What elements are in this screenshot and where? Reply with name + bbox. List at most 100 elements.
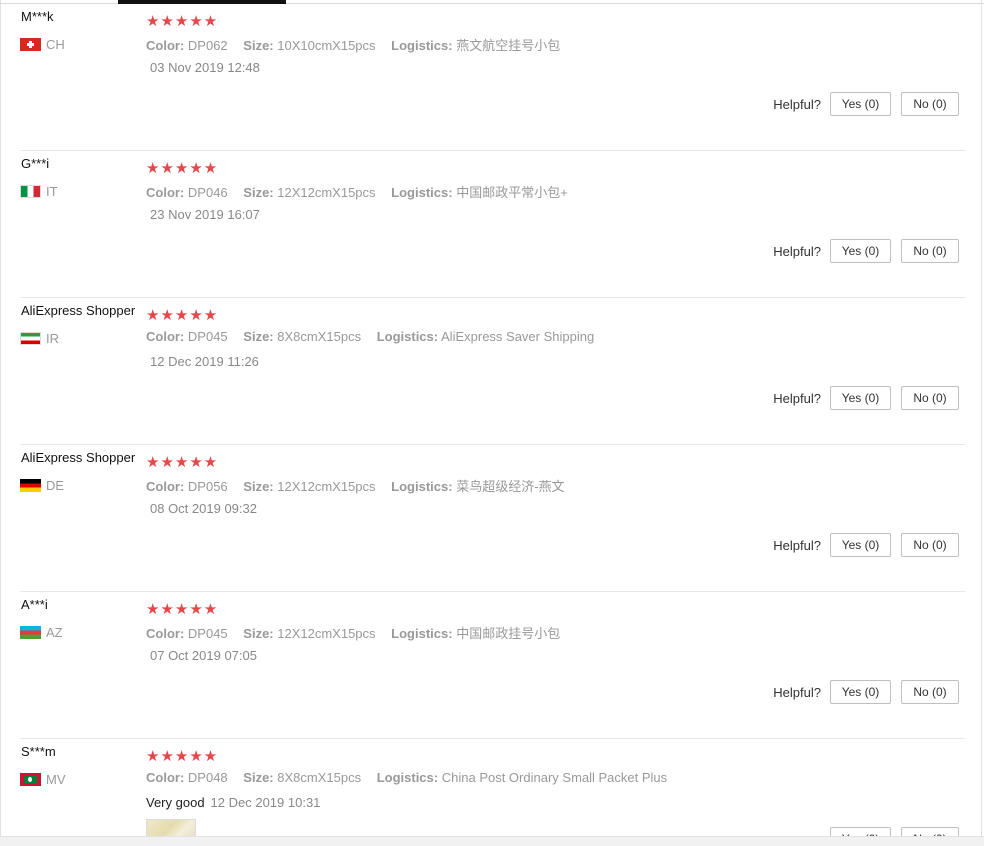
order-properties: Color: DP046 Size: 12X12cmX15pcs Logisti… <box>146 182 568 201</box>
order-properties: Color: DP048 Size: 8X8cmX15pcs Logistics… <box>146 770 667 785</box>
logistics-label: Logistics: <box>391 38 453 53</box>
color-value: DP062 <box>187 38 228 53</box>
star-rating: ★★★★★ <box>146 307 219 324</box>
review-item: A***i AZ ★★★★★ Color: DP045 Size: 12X12c… <box>20 592 965 739</box>
helpful-yes-button[interactable]: Yes (0) <box>830 239 891 263</box>
reviewer-name: M***k <box>21 9 54 24</box>
logistics-value: China Post Ordinary Small Packet Plus <box>441 770 668 785</box>
reviewer-country: MV <box>20 771 66 787</box>
star-rating: ★★★★★ <box>146 748 219 765</box>
iran-flag-icon <box>20 331 41 345</box>
review-date: 03 Nov 2019 12:48 <box>150 60 260 75</box>
size-value: 10X10cmX15pcs <box>277 38 376 53</box>
size-label: Size: <box>243 479 274 494</box>
helpful-no-button[interactable]: No (0) <box>901 239 959 263</box>
review-text: Very good <box>146 795 205 810</box>
size-label: Size: <box>243 185 274 200</box>
helpful-no-button[interactable]: No (0) <box>901 533 959 557</box>
review-date-row: 07 Oct 2019 07:05 <box>146 648 257 663</box>
helpful-voting: Helpful? Yes (0) No (0) <box>773 680 959 704</box>
reviewer-name: A***i <box>21 597 48 612</box>
logistics-label: Logistics: <box>391 626 453 641</box>
helpful-no-button[interactable]: No (0) <box>901 386 959 410</box>
review-date-row: 12 Dec 2019 11:26 <box>146 354 259 369</box>
helpful-yes-button[interactable]: Yes (0) <box>830 386 891 410</box>
size-value: 8X8cmX15pcs <box>277 329 362 344</box>
helpful-voting: Helpful? Yes (0) No (0) <box>773 239 959 263</box>
color-label: Color: <box>146 770 185 785</box>
reviewer-country: CH <box>20 37 65 52</box>
helpful-yes-button[interactable]: Yes (0) <box>830 92 891 116</box>
country-code: MV <box>46 771 66 787</box>
reviewer-country: IT <box>20 184 58 199</box>
size-label: Size: <box>243 770 274 785</box>
logistics-value: AliExpress Saver Shipping <box>441 329 595 344</box>
logistics-value: 中国邮政挂号小包 <box>456 626 561 641</box>
star-rating: ★★★★★ <box>146 13 219 30</box>
helpful-label: Helpful? <box>773 243 821 259</box>
helpful-voting: Helpful? Yes (0) No (0) <box>773 92 959 116</box>
review-date-row: Very good 12 Dec 2019 10:31 <box>146 795 320 810</box>
helpful-label: Helpful? <box>773 537 821 553</box>
review-item: M***k CH ★★★★★ Color: DP062 Size: 10X10c… <box>20 4 965 151</box>
helpful-yes-button[interactable]: Yes (0) <box>830 533 891 557</box>
helpful-no-button[interactable]: No (0) <box>901 92 959 116</box>
italy-flag-icon <box>20 184 41 198</box>
review-date: 12 Dec 2019 10:31 <box>210 795 321 810</box>
color-label: Color: <box>146 329 185 344</box>
helpful-yes-button[interactable]: Yes (0) <box>830 680 891 704</box>
color-value: DP046 <box>187 185 228 200</box>
helpful-voting: Helpful? Yes (0) No (0) <box>773 533 959 557</box>
order-properties: Color: DP062 Size: 10X10cmX15pcs Logisti… <box>146 35 560 54</box>
size-label: Size: <box>243 626 274 641</box>
logistics-label: Logistics: <box>376 770 439 785</box>
size-value: 8X8cmX15pcs <box>277 770 362 785</box>
review-date-row: 08 Oct 2019 09:32 <box>146 501 257 516</box>
logistics-value: 燕文航空挂号小包 <box>456 38 561 53</box>
size-value: 12X12cmX15pcs <box>277 626 376 641</box>
review-item: S***m MV ★★★★★ Color: DP048 Size: 8X8cmX… <box>20 739 965 845</box>
helpful-label: Helpful? <box>773 684 821 700</box>
color-label: Color: <box>146 479 185 494</box>
review-date: 07 Oct 2019 07:05 <box>150 648 257 663</box>
logistics-value: 中国邮政平常小包+ <box>456 185 568 200</box>
helpful-voting: Helpful? Yes (0) No (0) <box>773 386 959 410</box>
reviewer-name: AliExpress Shopper <box>21 450 136 465</box>
size-label: Size: <box>243 38 274 53</box>
review-date: 23 Nov 2019 16:07 <box>150 207 260 222</box>
size-value: 12X12cmX15pcs <box>277 479 376 494</box>
helpful-label: Helpful? <box>773 96 821 112</box>
color-value: DP048 <box>187 770 228 785</box>
star-rating: ★★★★★ <box>146 160 219 177</box>
size-value: 12X12cmX15pcs <box>277 185 376 200</box>
size-label: Size: <box>243 329 274 344</box>
page-left-border <box>0 0 1 845</box>
reviewer-name: S***m <box>21 744 56 759</box>
maldives-flag-icon <box>20 772 41 786</box>
logistics-label: Logistics: <box>376 329 439 344</box>
country-code: DE <box>46 477 65 493</box>
switzerland-flag-icon <box>20 37 41 51</box>
review-date-row: 03 Nov 2019 12:48 <box>146 60 260 75</box>
color-label: Color: <box>146 38 185 53</box>
reviewer-country: AZ <box>20 624 63 640</box>
review-date-row: 23 Nov 2019 16:07 <box>146 207 260 222</box>
helpful-no-button[interactable]: No (0) <box>901 680 959 704</box>
reviewer-name: G***i <box>21 156 50 171</box>
country-code: AZ <box>46 624 63 640</box>
reviewer-name: AliExpress Shopper <box>21 303 136 318</box>
color-value: DP045 <box>187 626 228 641</box>
color-label: Color: <box>146 626 185 641</box>
review-date: 12 Dec 2019 11:26 <box>150 354 259 369</box>
azerbaijan-flag-icon <box>20 625 41 639</box>
color-label: Color: <box>146 185 185 200</box>
helpful-label: Helpful? <box>773 390 821 406</box>
country-code: IR <box>46 330 59 346</box>
star-rating: ★★★★★ <box>146 454 219 471</box>
review-date: 08 Oct 2019 09:32 <box>150 501 257 516</box>
reviewer-country: DE <box>20 477 65 493</box>
star-rating: ★★★★★ <box>146 601 219 618</box>
page-right-border <box>981 0 982 845</box>
order-properties: Color: DP056 Size: 12X12cmX15pcs Logisti… <box>146 476 565 495</box>
review-item: AliExpress Shopper IR ★★★★★ Color: DP045… <box>20 298 965 445</box>
